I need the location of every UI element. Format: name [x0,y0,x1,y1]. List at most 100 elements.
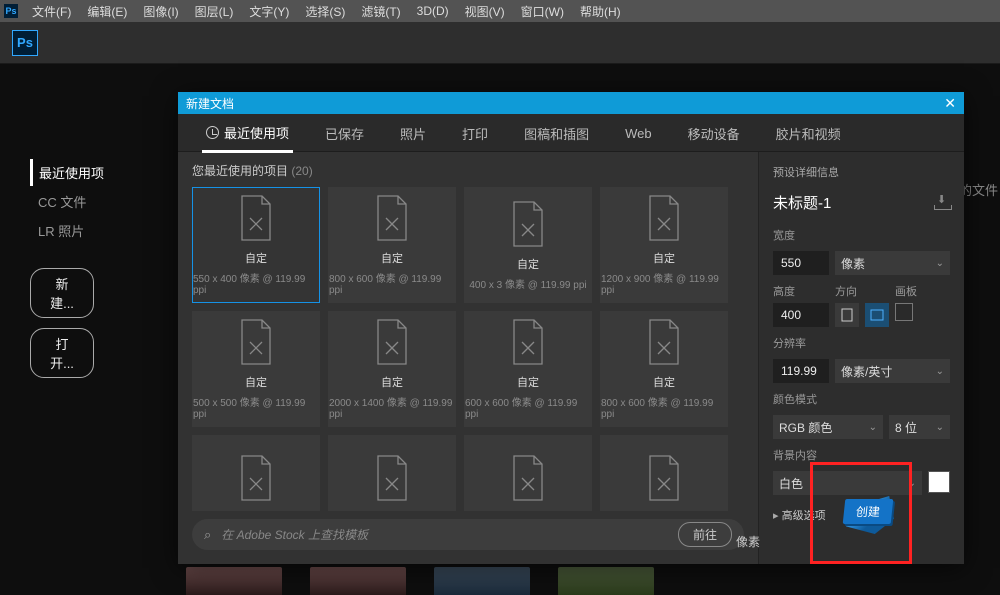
background-text: 的文件 [959,180,998,199]
preset-title: 自定 [381,374,403,390]
bg-text: 白色 [779,475,803,492]
color-mode-text: RGB 颜色 [779,419,832,436]
height-label: 高度 [773,283,829,299]
menu-select[interactable]: 选择(S) [297,0,353,23]
chevron-down-icon: ⌄ [936,366,944,377]
thumb[interactable] [186,567,282,595]
preset-card[interactable] [600,435,728,511]
unit-text: 像素 [841,255,865,272]
open-button[interactable]: 打开... [30,328,94,378]
home-sidebar: 最近使用项 CC 文件 LR 照片 新建... 打开... [30,159,150,378]
preset-card[interactable] [192,435,320,511]
preset-card[interactable] [328,435,456,511]
menu-bar: Ps 文件(F) 编辑(E) 图像(I) 图层(L) 文字(Y) 选择(S) 滤… [0,0,1000,22]
document-icon [644,318,684,366]
search-placeholder[interactable]: 在 Adobe Stock 上查找模板 [221,526,668,543]
preset-card[interactable]: 自定500 x 500 像素 @ 119.99 ppi [192,311,320,427]
preset-count: (20) [291,164,312,178]
create-button[interactable]: 创建 [843,499,894,524]
preset-heading-text: 您最近使用的项目 [192,164,288,178]
width-unit-select[interactable]: 像素 ⌄ [835,251,950,275]
bit-depth-select[interactable]: 8 位 ⌄ [889,415,950,439]
width-input[interactable] [773,251,829,275]
tab-label: 最近使用项 [224,123,289,142]
recent-thumbnails [186,567,654,595]
preset-card[interactable]: 自定 400 x 3 像素 @ 119.99 ppi [464,187,592,303]
preset-card[interactable]: 自定1200 x 900 像素 @ 119.99 ppi [600,187,728,303]
tab-art[interactable]: 图稿和插图 [520,114,593,151]
preset-card[interactable]: 自定800 x 600 像素 @ 119.99 ppi [328,187,456,303]
preset-title: 自定 [245,250,267,266]
chevron-down-icon: ⌄ [936,258,944,269]
resolution-unit-select[interactable]: 像素/英寸⌄ [835,359,950,383]
tab-saved[interactable]: 已保存 [321,114,368,151]
menu-image[interactable]: 图像(I) [135,0,186,23]
menu-edit[interactable]: 编辑(E) [79,0,135,23]
orientation-portrait[interactable] [835,303,859,327]
menu-layer[interactable]: 图层(L) [187,0,242,23]
chevron-down-icon: ⌄ [869,422,877,433]
document-name-row: 未标题-1 [773,192,950,213]
menu-filter[interactable]: 滤镜(T) [353,0,408,23]
preset-title: 自定 [653,250,675,266]
resolution-input[interactable] [773,359,829,383]
color-mode-label: 颜色模式 [773,391,950,407]
stock-search: ⌕ 在 Adobe Stock 上查找模板 前往 [192,519,744,550]
background-select[interactable]: 白色 ⌄ [773,471,922,495]
menu-file[interactable]: 文件(F) [24,0,79,23]
document-icon [372,194,412,242]
menu-window[interactable]: 窗口(W) [513,0,572,23]
height-input[interactable] [773,303,829,327]
orientation-landscape[interactable] [865,303,889,327]
nav-lr-photos[interactable]: LR 照片 [30,217,150,244]
preset-subtitle: 600 x 600 像素 @ 119.99 ppi [465,394,591,420]
thumb[interactable] [434,567,530,595]
artboard-checkbox[interactable] [895,303,913,321]
tab-photo[interactable]: 照片 [396,114,430,151]
preset-subtitle: 550 x 400 像素 @ 119.99 ppi [193,270,319,296]
background-swatch[interactable] [928,471,950,493]
preset-subtitle: 2000 x 1400 像素 @ 119.99 ppi [329,394,455,420]
preset-card[interactable]: 自定600 x 600 像素 @ 119.99 ppi [464,311,592,427]
preset-subtitle: 500 x 500 像素 @ 119.99 ppi [193,394,319,420]
preset-card[interactable]: 自定 2000 x 1400 像素 @ 119.99 ppi [328,311,456,427]
dialog-titlebar: 新建文档 ✕ [178,92,964,114]
thumb[interactable] [310,567,406,595]
preset-subtitle: 800 x 600 像素 @ 119.99 ppi [601,394,727,420]
preset-grid: 自定550 x 400 像素 @ 119.99 ppi自定800 x 600 像… [192,187,744,511]
preset-subtitle: 400 x 3 像素 @ 119.99 ppi [469,276,586,291]
document-icon [644,454,684,502]
document-icon [508,200,548,248]
chevron-down-icon: ⌄ [908,478,916,489]
tab-recent[interactable]: 最近使用项 [202,113,293,153]
menu-3d[interactable]: 3D(D) [409,1,457,21]
menu-type[interactable]: 文字(Y) [241,0,297,23]
tab-mobile[interactable]: 移动设备 [684,114,744,151]
document-name[interactable]: 未标题-1 [773,192,831,213]
bits-text: 8 位 [895,419,917,436]
document-icon [644,194,684,242]
ps-icon-small: Ps [4,4,18,18]
artboard-label: 画板 [895,283,917,299]
document-icon [236,454,276,502]
document-icon [236,194,276,242]
preset-title: 自定 [517,256,539,272]
menu-view[interactable]: 视图(V) [457,0,513,23]
chevron-down-icon: ⌄ [936,422,944,433]
tab-web[interactable]: Web [621,116,656,149]
menu-help[interactable]: 帮助(H) [572,0,629,23]
tab-print[interactable]: 打印 [458,114,492,151]
nav-recent[interactable]: 最近使用项 [30,159,150,186]
tab-film[interactable]: 胶片和视频 [772,114,845,151]
save-preset-icon[interactable] [934,196,950,210]
go-button[interactable]: 前往 [678,522,732,547]
ps-logo: Ps [12,30,38,56]
thumb[interactable] [558,567,654,595]
nav-cc-files[interactable]: CC 文件 [30,188,150,215]
preset-card[interactable]: 自定 550 x 400 像素 @ 119.99 ppi [192,187,320,303]
new-button[interactable]: 新建... [30,268,94,318]
preset-card[interactable] [464,435,592,511]
color-mode-select[interactable]: RGB 颜色 ⌄ [773,415,883,439]
close-icon[interactable]: ✕ [944,95,956,112]
preset-card[interactable]: 自定800 x 600 像素 @ 119.99 ppi [600,311,728,427]
